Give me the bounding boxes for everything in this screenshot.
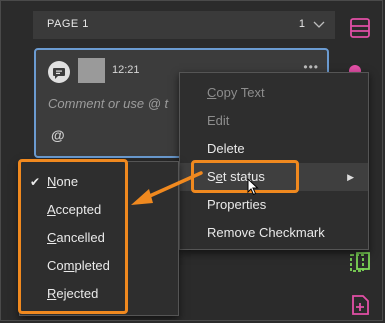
page-add-icon[interactable] [349, 294, 371, 316]
comment-input[interactable]: Comment or use @ t [48, 96, 168, 111]
submenu-arrow-icon: ▶ [347, 172, 354, 182]
layout-icon[interactable] [349, 17, 371, 39]
menu-item-delete[interactable]: Delete [180, 135, 368, 163]
page-label: PAGE 1 [47, 18, 89, 30]
comment-timestamp: 12:21 [112, 64, 140, 76]
mention-button[interactable]: @ [51, 127, 65, 143]
chevron-down-icon[interactable] [313, 19, 325, 29]
avatar [78, 58, 105, 83]
compare-icon[interactable] [349, 251, 371, 273]
menu-item-copy-text[interactable]: Copy Text [180, 79, 368, 107]
page-comment-count: 1 [298, 18, 305, 30]
comment-bubble-icon [48, 61, 70, 83]
page-header[interactable]: PAGE 1 1 [33, 11, 335, 39]
menu-item-remove-checkmark[interactable]: Remove Checkmark [180, 219, 368, 247]
comments-panel: PAGE 1 1 12:21 ••• Comment or use @ t @ [0, 0, 383, 321]
cursor-icon [247, 178, 259, 196]
status-submenu-highlight [18, 159, 128, 314]
menu-item-edit[interactable]: Edit [180, 107, 368, 135]
annotation-arrow [131, 171, 203, 205]
